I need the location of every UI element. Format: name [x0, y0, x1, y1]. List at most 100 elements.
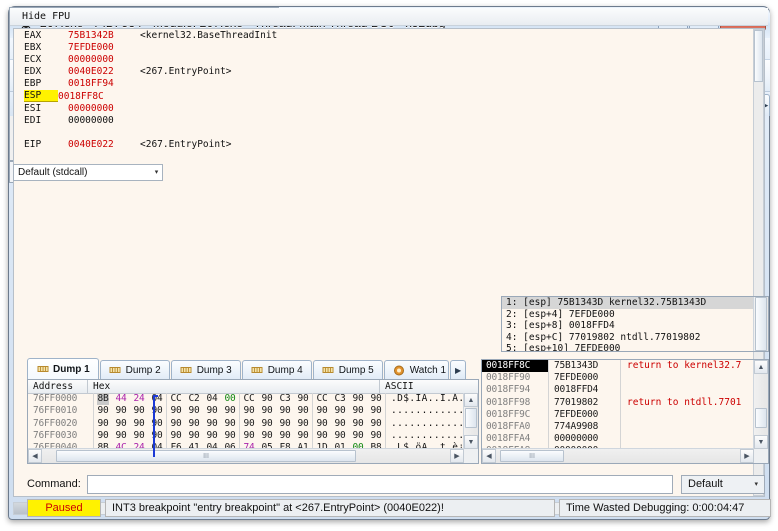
- dump-tab-2[interactable]: Dump 2: [99, 360, 170, 379]
- stack-scroll-left-button[interactable]: ◀: [482, 449, 496, 463]
- dump-hex-byte[interactable]: 90: [370, 418, 381, 430]
- dump-tab-4[interactable]: Dump 4: [241, 360, 312, 379]
- dump-hex-byte[interactable]: 90: [224, 405, 235, 417]
- dump-hex-byte[interactable]: 90: [224, 418, 235, 430]
- argument-row[interactable]: 3: [esp+8] 0018FFD4: [502, 320, 768, 332]
- register-row[interactable]: EDI 00000000: [14, 114, 764, 126]
- stack-scroll-right-button[interactable]: ▶: [740, 449, 754, 463]
- dump-hex-byte[interactable]: 90: [261, 393, 272, 405]
- dump-hex-byte[interactable]: 8B: [97, 393, 109, 406]
- dump-hex-byte[interactable]: 90: [243, 405, 254, 417]
- dump-hex-byte[interactable]: 90: [297, 405, 308, 417]
- dump-hex-byte[interactable]: CC: [243, 393, 254, 405]
- dump-hex-byte[interactable]: 90: [279, 418, 290, 430]
- dump-hex-group[interactable]: 90 90 90 90: [239, 429, 312, 443]
- calling-convention-select[interactable]: Default (stdcall) ▾: [13, 163, 164, 181]
- hide-fpu-button[interactable]: Hide FPU: [10, 8, 768, 26]
- register-value[interactable]: 7EFDE000: [68, 42, 140, 53]
- dump-hex-byte[interactable]: 90: [261, 418, 272, 430]
- dump-hex-byte[interactable]: 90: [97, 430, 108, 442]
- dump-hex-byte[interactable]: 90: [279, 430, 290, 442]
- register-row[interactable]: ECX 00000000: [14, 53, 764, 65]
- dump-hex-byte[interactable]: 90: [352, 405, 363, 417]
- dump-hex-group[interactable]: CC C2 04 00: [166, 393, 239, 406]
- arguments-list[interactable]: 1: [esp] 75B1343D kernel32.75B1343D 2: [e…: [502, 297, 768, 351]
- dump-hex-group[interactable]: 90 90 90 90: [312, 405, 385, 418]
- stack-value[interactable]: 774A9908: [548, 420, 620, 434]
- dump-rows[interactable]: 76FF0000 8B 44 24 04 CC C2 04 00 CC 90 C3 90 CC C3 90 90…: [28, 393, 464, 449]
- dump-hex-byte[interactable]: 90: [352, 393, 363, 405]
- dump-hex-byte[interactable]: 90: [206, 405, 217, 417]
- stack-scroll-up-button[interactable]: ▲: [754, 360, 768, 374]
- dump-tab-3[interactable]: Dump 3: [170, 360, 241, 379]
- stack-panel[interactable]: 0018FF8C 75B1343D return to kernel32.7 0018…: [481, 359, 769, 464]
- stack-row[interactable]: 0018FF94 0018FFD4: [482, 384, 754, 397]
- dump-hex-group[interactable]: 90 90 90 90: [166, 405, 239, 418]
- register-row[interactable]: EDX 0040E022 <267.EntryPoint>: [14, 66, 764, 78]
- dump-scroll-up-button[interactable]: ▲: [464, 393, 478, 407]
- argument-row[interactable]: 1: [esp] 75B1343D kernel32.75B1343D: [502, 297, 768, 309]
- dump-hex-byte[interactable]: 44: [115, 393, 126, 405]
- dump-hex-byte[interactable]: CC: [316, 393, 327, 405]
- dump-hex-byte[interactable]: 04: [206, 393, 217, 405]
- dump-hex-byte[interactable]: CC: [170, 393, 181, 405]
- dump-hex-byte[interactable]: 90: [370, 393, 381, 405]
- dump-hex-group[interactable]: 90 90 90 90: [312, 429, 385, 443]
- dump-hex-byte[interactable]: C3: [334, 393, 345, 405]
- stack-row[interactable]: 0018FF9C 7EFDE000: [482, 408, 754, 421]
- stack-value[interactable]: 77019802: [548, 396, 620, 409]
- dump-hex-byte[interactable]: 90: [261, 430, 272, 442]
- dump-hex-group[interactable]: 90 90 90 90: [312, 417, 385, 430]
- dump-hex-byte[interactable]: 90: [297, 430, 308, 442]
- dump-hex-byte[interactable]: 90: [115, 405, 126, 417]
- stack-row[interactable]: 0018FFA0 774A9908: [482, 420, 754, 434]
- register-value[interactable]: 00000000: [68, 115, 140, 126]
- arguments-panel[interactable]: 1: [esp] 75B1343D kernel32.75B1343D 2: [e…: [501, 296, 769, 352]
- dump-tab-1[interactable]: Dump 1: [27, 358, 99, 379]
- dump-hex-byte[interactable]: 90: [224, 430, 235, 442]
- dump-hex-byte[interactable]: 24: [133, 393, 144, 405]
- dump-row[interactable]: 76FF0020 90 90 90 90 90 90 90 90 90 90 90 90 90 90 90 90…: [28, 417, 464, 430]
- dump-hex-byte[interactable]: C2: [188, 393, 199, 405]
- dump-hex-byte[interactable]: 90: [243, 418, 254, 430]
- dump-hex-byte[interactable]: 90: [316, 430, 327, 442]
- dump-hex-byte[interactable]: 90: [206, 430, 217, 442]
- dump-hex-byte[interactable]: 90: [115, 418, 126, 430]
- dump-tab-scroll-right[interactable]: ▶: [450, 360, 467, 379]
- register-row[interactable]: EAX 75B1342B <kernel32.BaseThreadInit: [14, 29, 764, 41]
- dump-hex-byte[interactable]: 90: [297, 393, 308, 405]
- dump-hex-byte[interactable]: 90: [352, 430, 363, 442]
- register-row[interactable]: EBX 7EFDE000: [14, 41, 764, 53]
- dump-hex-byte[interactable]: 90: [334, 418, 345, 430]
- dump-row[interactable]: 76FF0010 90 90 90 90 90 90 90 90 90 90 90 90 90 90 90 90…: [28, 405, 464, 418]
- dump-row[interactable]: 76FF0000 8B 44 24 04 CC C2 04 00 CC 90 C3 90 CC C3 90 90…: [28, 393, 464, 406]
- dump-panel[interactable]: Address Hex ASCII 76FF0000 8B 44 24 04 CC C2 04…: [27, 379, 479, 464]
- stack-rows[interactable]: 0018FF8C 75B1343D return to kernel32.7 0018…: [482, 360, 754, 449]
- dump-hex-byte[interactable]: C3: [279, 393, 290, 405]
- dump-hscroll-thumb[interactable]: III: [56, 450, 356, 462]
- dump-tab-watch-1[interactable]: Watch 1: [383, 360, 450, 379]
- args-vscroll-thumb[interactable]: [755, 297, 767, 351]
- register-value[interactable]: 00000000: [68, 54, 140, 65]
- dump-row[interactable]: 76FF0030 90 90 90 90 90 90 90 90 90 90 90 90 90 90 90 90…: [28, 429, 464, 443]
- registers-vscroll-thumb[interactable]: [754, 30, 763, 82]
- dump-scroll-left-button[interactable]: ◀: [28, 449, 42, 463]
- dump-scroll-right-button[interactable]: ▶: [450, 449, 464, 463]
- register-value[interactable]: 00000000: [68, 103, 140, 114]
- command-input[interactable]: [86, 474, 673, 494]
- stack-value[interactable]: 00000000: [548, 433, 620, 446]
- dump-hex-byte[interactable]: 90: [133, 430, 144, 442]
- dump-hscrollbar[interactable]: ◀ III ▶: [28, 448, 464, 463]
- dump-hex-group[interactable]: 90 90 90 90: [239, 417, 312, 430]
- args-vscrollbar[interactable]: [753, 297, 768, 351]
- dump-hex-byte[interactable]: 90: [206, 418, 217, 430]
- argument-row[interactable]: 4: [esp+C] 77019802 ntdll.77019802: [502, 332, 768, 344]
- stack-scroll-down-button[interactable]: ▼: [754, 435, 768, 449]
- dump-hex-group[interactable]: 90 90 90 90: [166, 417, 239, 430]
- register-value[interactable]: 75B1342B: [68, 30, 140, 41]
- stack-value[interactable]: 75B1343D: [548, 360, 620, 373]
- dump-hex-byte[interactable]: 90: [352, 418, 363, 430]
- dump-hex-byte[interactable]: 90: [334, 405, 345, 417]
- register-row[interactable]: ESP 0018FF8C: [14, 90, 764, 103]
- dump-hex-byte[interactable]: 90: [279, 405, 290, 417]
